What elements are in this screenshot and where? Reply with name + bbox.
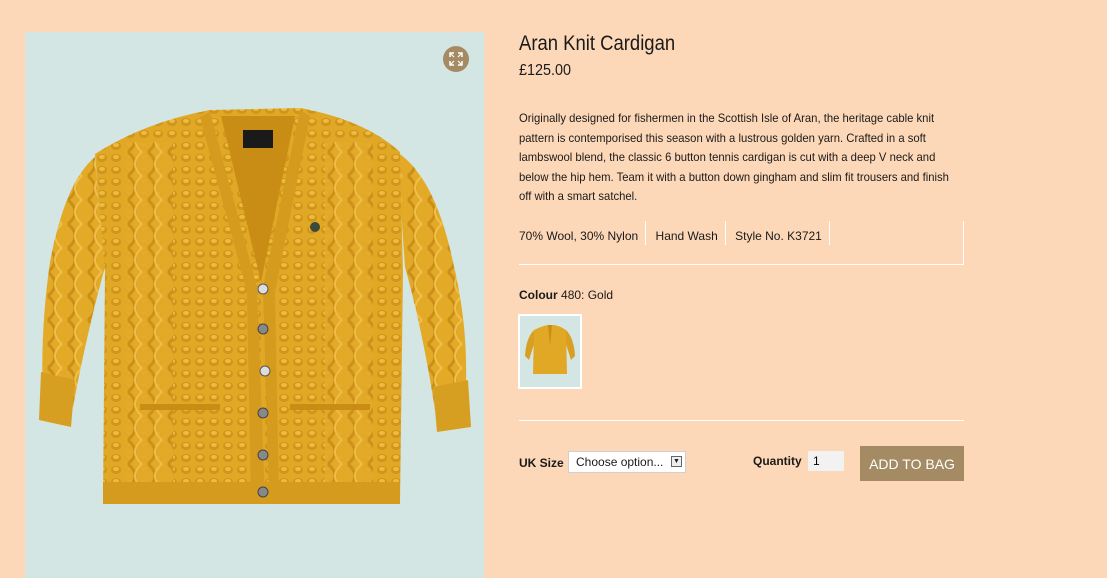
colour-label-title: Colour — [519, 288, 558, 302]
attribute-care: Hand Wash — [656, 221, 726, 245]
size-select[interactable]: Choose option... ▼ — [568, 451, 686, 473]
cardigan-image — [39, 108, 471, 504]
product-title: Aran Knit Cardigan — [519, 32, 676, 55]
divider — [519, 420, 964, 421]
quantity-label: Quantity — [753, 454, 802, 468]
product-price: £125.00 — [519, 62, 572, 79]
colour-label: Colour 480: Gold — [519, 288, 613, 302]
swatch-thumbnail — [520, 316, 580, 387]
quantity-input[interactable] — [808, 451, 844, 471]
size-select-value: Choose option... — [576, 455, 664, 469]
add-to-bag-button[interactable]: ADD TO BAG — [860, 446, 964, 481]
expand-image-button[interactable] — [443, 46, 469, 72]
product-image[interactable] — [25, 32, 484, 578]
product-description: Originally designed for fishermen in the… — [519, 111, 949, 203]
expand-icon — [449, 52, 463, 66]
chevron-down-icon: ▼ — [671, 456, 682, 467]
attribute-style-number: Style No. K3721 — [735, 221, 830, 245]
colour-swatch-gold[interactable] — [518, 314, 582, 389]
size-label: UK Size — [519, 456, 564, 470]
colour-value: 480: Gold — [561, 288, 614, 302]
product-info: Aran Knit Cardigan £125.00 Originally de… — [518, 32, 964, 481]
product-attributes: 70% Wool, 30% Nylon Hand Wash Style No. … — [519, 221, 964, 265]
attribute-material: 70% Wool, 30% Nylon — [519, 221, 647, 245]
